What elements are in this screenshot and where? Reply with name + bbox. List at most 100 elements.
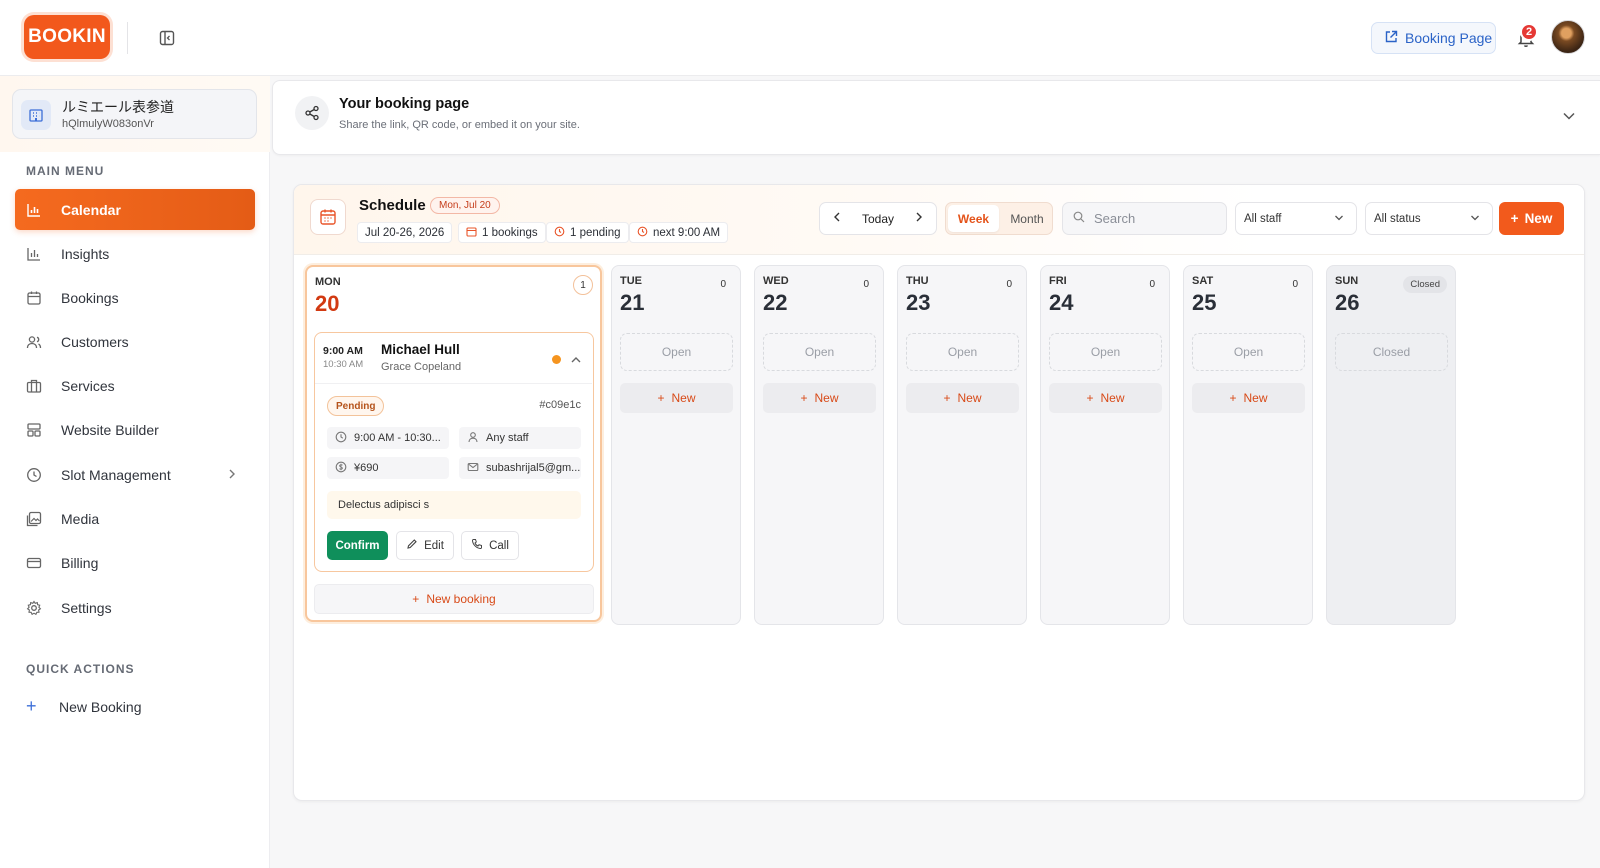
open-slot[interactable]: Open bbox=[620, 333, 733, 371]
today-button[interactable]: Today bbox=[862, 212, 894, 226]
sidebar-item-customers[interactable]: Customers bbox=[15, 321, 255, 362]
open-slot[interactable]: Open bbox=[1192, 333, 1305, 371]
org-switcher[interactable]: ルミエール表参道 hQlmulyW083onVr bbox=[12, 89, 257, 139]
chevron-up-icon[interactable] bbox=[570, 352, 582, 370]
sidebar-item-label: Bookings bbox=[61, 289, 119, 306]
org-id: hQlmulyW083onVr bbox=[62, 118, 154, 130]
sidebar-item-billing[interactable]: Billing bbox=[15, 542, 255, 583]
day-booking-count: 0 bbox=[863, 279, 869, 290]
chevron-down-icon[interactable] bbox=[1562, 108, 1576, 126]
booking-start-time: 9:00 AM bbox=[323, 345, 363, 357]
add-booking-label: New bbox=[1243, 391, 1268, 405]
open-slot[interactable]: Open bbox=[1049, 333, 1162, 371]
credit-card-icon bbox=[26, 555, 42, 571]
day-booking-count: 0 bbox=[1149, 279, 1155, 290]
add-booking-button[interactable]: + New bbox=[620, 383, 733, 413]
booking-id: #c09e1c bbox=[539, 399, 581, 411]
sidebar-item-website-builder[interactable]: Website Builder bbox=[15, 409, 255, 450]
add-booking-button[interactable]: + New bbox=[906, 383, 1019, 413]
new-button[interactable]: + New bbox=[1499, 202, 1564, 235]
booking-page-button[interactable]: Booking Page bbox=[1371, 22, 1496, 54]
new-booking-label: New booking bbox=[426, 592, 496, 606]
clock-icon bbox=[26, 467, 42, 483]
day-column-thu: THU 23 0 Open + New bbox=[897, 265, 1027, 625]
sidebar-item-slot-management[interactable]: Slot Management bbox=[15, 454, 255, 495]
layout-icon bbox=[26, 422, 42, 438]
add-booking-button[interactable]: + New bbox=[1049, 383, 1162, 413]
view-toggle: Week Month bbox=[945, 202, 1053, 235]
booking-card[interactable]: 9:00 AM 10:30 AM Michael Hull Grace Cope… bbox=[314, 332, 594, 572]
booking-end-time: 10:30 AM bbox=[323, 359, 364, 370]
booking-page-label: Booking Page bbox=[1405, 30, 1493, 46]
next-booking: next 9:00 AM bbox=[653, 226, 721, 239]
status-filter-select[interactable]: All status bbox=[1365, 202, 1493, 235]
quick-action-label: New Booking bbox=[59, 698, 142, 715]
sidebar-item-services[interactable]: Services bbox=[15, 365, 255, 406]
user-icon bbox=[467, 431, 479, 446]
open-slot[interactable]: Open bbox=[763, 333, 876, 371]
sidebar-toggle-icon[interactable] bbox=[159, 30, 175, 46]
bar-chart-icon bbox=[26, 202, 42, 218]
sidebar-item-bookings[interactable]: Bookings bbox=[15, 277, 255, 318]
date-navigator: Today bbox=[819, 202, 937, 235]
notification-badge: 2 bbox=[1520, 23, 1538, 41]
customer-name: Michael Hull bbox=[381, 342, 460, 357]
quick-actions-label: QUICK ACTIONS bbox=[26, 662, 135, 676]
top-bar: BOOKIN Booking Page 2 bbox=[0, 0, 1600, 76]
schedule-title: Schedule bbox=[359, 197, 426, 214]
price-chip: ¥690 bbox=[327, 457, 449, 479]
sidebar-item-insights[interactable]: Insights bbox=[15, 233, 255, 274]
plus-icon: + bbox=[1229, 391, 1237, 405]
sidebar-item-calendar[interactable]: Calendar bbox=[15, 189, 255, 230]
new-booking-button[interactable]: + New booking bbox=[314, 584, 594, 614]
assigned-staff: Grace Copeland bbox=[381, 361, 462, 373]
building-icon bbox=[21, 100, 51, 130]
dollar-icon bbox=[335, 461, 347, 476]
schedule-header: Schedule Mon, Jul 20 Jul 20-26, 2026 1 b… bbox=[294, 185, 1584, 255]
staff-chip: Any staff bbox=[459, 427, 581, 449]
sidebar-item-media[interactable]: Media bbox=[15, 498, 255, 539]
open-slot[interactable]: Open bbox=[906, 333, 1019, 371]
sidebar-item-label: Slot Management bbox=[61, 466, 171, 483]
day-column-fri: FRI 24 0 Open + New bbox=[1040, 265, 1170, 625]
edit-label: Edit bbox=[424, 539, 444, 552]
day-name: SAT bbox=[1192, 275, 1214, 287]
day-name: THU bbox=[906, 275, 929, 287]
calendar-icon bbox=[310, 199, 346, 235]
chevron-left-icon[interactable] bbox=[832, 211, 842, 226]
day-booking-count: 0 bbox=[1292, 279, 1298, 290]
add-booking-button[interactable]: + New bbox=[763, 383, 876, 413]
day-name: FRI bbox=[1049, 275, 1067, 287]
add-booking-label: New bbox=[1100, 391, 1125, 405]
call-button[interactable]: Call bbox=[461, 531, 519, 560]
staff-filter-select[interactable]: All staff bbox=[1235, 202, 1357, 235]
org-name: ルミエール表参道 bbox=[62, 99, 174, 115]
bookin-logo[interactable]: BOOKIN bbox=[24, 15, 110, 59]
booking-page-card[interactable]: Your booking page Share the link, QR cod… bbox=[272, 80, 1600, 155]
user-avatar[interactable] bbox=[1551, 20, 1585, 54]
clock-small-icon bbox=[637, 226, 648, 240]
add-booking-button[interactable]: + New bbox=[1192, 383, 1305, 413]
day-name: TUE bbox=[620, 275, 642, 287]
share-icon bbox=[295, 96, 329, 130]
confirm-button[interactable]: Confirm bbox=[327, 531, 388, 560]
plus-icon: + bbox=[1086, 391, 1094, 405]
sidebar: ルミエール表参道 hQlmulyW083onVr MAIN MENU Calen… bbox=[0, 76, 270, 868]
day-booking-count: 0 bbox=[720, 279, 726, 290]
chevron-right-icon[interactable] bbox=[914, 211, 924, 226]
main-menu-label: MAIN MENU bbox=[26, 164, 105, 178]
search-input[interactable]: Search bbox=[1062, 202, 1227, 235]
plus-icon: + bbox=[657, 391, 665, 405]
insights-icon bbox=[26, 246, 42, 262]
status-filter-value: All status bbox=[1374, 212, 1421, 225]
week-view-tab[interactable]: Week bbox=[948, 205, 999, 232]
divider bbox=[315, 383, 592, 384]
sidebar-item-label: Billing bbox=[61, 554, 99, 571]
external-link-icon bbox=[1384, 30, 1398, 47]
sidebar-item-settings[interactable]: Settings bbox=[15, 587, 255, 628]
plus-icon: + bbox=[412, 592, 420, 606]
sidebar-item-label: Media bbox=[61, 510, 100, 527]
month-view-tab[interactable]: Month bbox=[1002, 205, 1052, 232]
quick-action-new-booking[interactable]: + New Booking bbox=[26, 696, 142, 717]
edit-button[interactable]: Edit bbox=[396, 531, 454, 560]
